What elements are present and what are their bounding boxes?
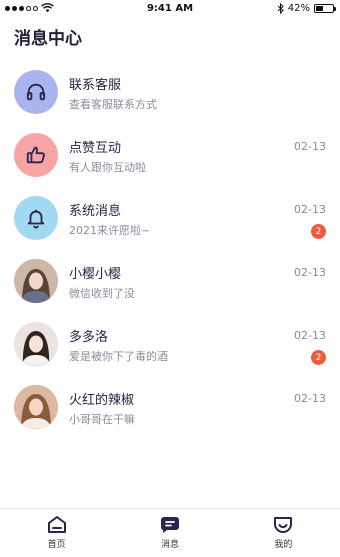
message-icon xyxy=(160,517,179,533)
avatar-photo xyxy=(14,259,58,303)
avatar-photo xyxy=(14,385,58,429)
thumbs-up-icon xyxy=(26,146,45,164)
list-item-subtitle: 有人跟你互动啦 xyxy=(69,161,146,174)
list-item-title: 联系客服 xyxy=(69,78,122,93)
list-item-subtitle: 2021来许愿啦~ xyxy=(69,224,151,237)
list-item-date: 02-13 xyxy=(294,266,326,279)
profile-icon xyxy=(274,517,293,533)
home-icon xyxy=(47,516,66,533)
avatar xyxy=(14,259,58,303)
list-item-title: 小樱小樱 xyxy=(69,267,122,282)
battery-icon xyxy=(314,4,336,13)
bell-icon xyxy=(27,209,45,229)
list-item-subtitle: 小哥哥在干嘛 xyxy=(69,413,135,426)
list-item-date: 02-13 xyxy=(294,392,326,405)
message-list: 联系客服 查看客服联系方式 点赞互动 有人跟你互动啦 02-13 系统消息 20… xyxy=(0,62,340,440)
list-item-chat[interactable]: 火红的辣椒 小哥哥在干嘛 02-13 xyxy=(0,377,340,440)
avatar xyxy=(14,322,58,366)
list-item-customer-service[interactable]: 联系客服 查看客服联系方式 xyxy=(0,62,340,125)
list-item-date: 02-13 xyxy=(294,203,326,216)
avatar-photo xyxy=(14,322,58,366)
bluetooth-icon xyxy=(277,3,284,14)
list-item-likes[interactable]: 点赞互动 有人跟你互动啦 02-13 xyxy=(0,125,340,188)
tab-home[interactable]: 首页 xyxy=(0,509,113,557)
tab-profile[interactable]: 我的 xyxy=(227,509,340,557)
battery-fill xyxy=(316,6,323,11)
system-avatar xyxy=(14,196,58,240)
list-item-title: 火红的辣椒 xyxy=(69,393,135,408)
avatar xyxy=(14,385,58,429)
list-item-date: 02-13 xyxy=(294,140,326,153)
list-item-chat[interactable]: 小樱小樱 微信收到了没 02-13 xyxy=(0,251,340,314)
list-item-chat[interactable]: 多多洛 爱是被你下了毒的酒 02-13 2 xyxy=(0,314,340,377)
list-item-subtitle: 爱是被你下了毒的酒 xyxy=(69,350,168,363)
unread-badge: 2 xyxy=(311,224,326,239)
list-item-system[interactable]: 系统消息 2021来许愿啦~ 02-13 2 xyxy=(0,188,340,251)
list-item-title: 系统消息 xyxy=(69,204,122,219)
tab-messages[interactable]: 消息 xyxy=(113,509,226,557)
list-item-title: 多多洛 xyxy=(69,330,109,345)
headphones-icon xyxy=(26,83,46,101)
list-item-date: 02-13 xyxy=(294,329,326,342)
battery-percent: 42% xyxy=(287,3,310,14)
likes-avatar xyxy=(14,133,58,177)
list-item-subtitle: 微信收到了没 xyxy=(69,287,135,300)
status-right: 42% xyxy=(277,3,336,14)
tab-label: 我的 xyxy=(274,540,293,550)
status-bar: 9:41 AM 42% xyxy=(0,0,340,18)
customer-service-avatar xyxy=(14,70,58,114)
list-item-title: 点赞互动 xyxy=(69,141,122,156)
list-item-subtitle: 查看客服联系方式 xyxy=(69,98,157,111)
tab-label: 消息 xyxy=(160,540,179,550)
tab-bar: 首页 消息 我的 xyxy=(0,508,340,557)
page-title: 消息中心 xyxy=(14,29,82,49)
tab-label: 首页 xyxy=(47,540,66,550)
unread-badge: 2 xyxy=(311,350,326,365)
